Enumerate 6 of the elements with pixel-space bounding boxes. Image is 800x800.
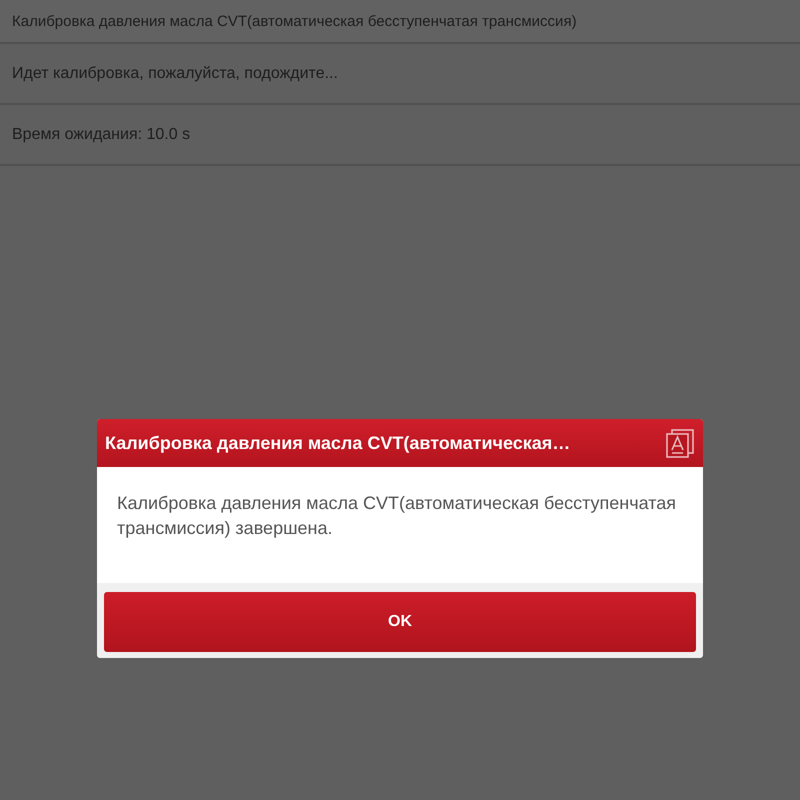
dialog-message: Калибровка давления масла CVT(автоматическая бесступенчатая трансмиссия) завершена. [117,492,678,540]
status-row: Идет калибровка, пожалуйста, подождите... [0,44,800,105]
dialog-title: Калибровка давления масла CVT(автоматическая… [105,432,570,454]
document-icon[interactable] [665,428,695,458]
status-row: Время ожидания: 10.0 s [0,105,800,166]
ok-button[interactable]: OK [104,592,696,652]
